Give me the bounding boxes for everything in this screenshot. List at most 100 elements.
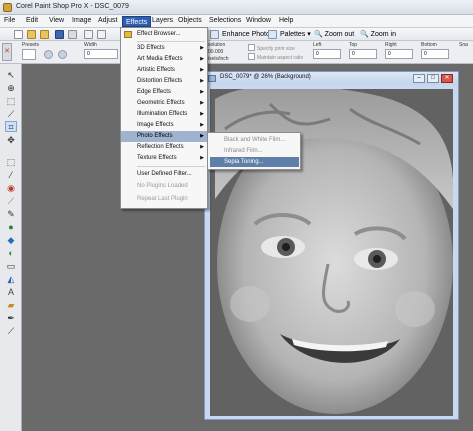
maximize-icon[interactable]: □ xyxy=(427,74,439,83)
app-icon xyxy=(3,3,12,12)
submenu-arrow-icon: ▶ xyxy=(200,89,204,95)
menu-item-art-media-effects[interactable]: Art Media Effects ▶ xyxy=(121,54,207,65)
title-bar: Corel Paint Shop Pro X - DSC_0079 xyxy=(0,0,473,15)
menu-file[interactable]: File xyxy=(4,17,15,24)
red-eye-tool-icon[interactable]: ◉ xyxy=(5,183,17,194)
menu-selections[interactable]: Selections xyxy=(209,17,241,24)
menu-item-photo-effects[interactable]: Photo Effects ▶ xyxy=(121,131,207,142)
palettes-icon[interactable] xyxy=(268,30,277,39)
straighten-tool-icon[interactable]: ⟋ xyxy=(5,109,17,120)
flood-fill-icon[interactable]: ◭ xyxy=(5,274,17,285)
zoom-out-button[interactable]: 🔍 Zoom out xyxy=(314,30,354,38)
menu-item-edge-effects[interactable]: Edge Effects ▶ xyxy=(121,87,207,98)
menu-edit[interactable]: Edit xyxy=(26,17,38,24)
cancel-icon[interactable] xyxy=(58,50,67,59)
menu-item-illumination-effects[interactable]: Illumination Effects ▶ xyxy=(121,109,207,120)
document-title: DSC_0079* @ 26% (Background) xyxy=(220,74,311,80)
right-label: Right xyxy=(385,42,397,48)
right-field[interactable]: 0 xyxy=(385,49,413,59)
new-file-icon[interactable] xyxy=(14,30,23,39)
open-folder-icon[interactable] xyxy=(27,30,36,39)
menu-item-artistic-effects[interactable]: Artistic Effects ▶ xyxy=(121,65,207,76)
menu-item-sepia-toning[interactable]: Sepia Toning... xyxy=(210,157,299,167)
menu-separator xyxy=(137,41,205,42)
width-field[interactable]: 0 xyxy=(84,49,118,59)
minimize-icon[interactable]: – xyxy=(413,74,425,83)
preset-shape-icon[interactable]: ▰ xyxy=(5,300,17,311)
left-field[interactable]: 0 xyxy=(313,49,341,59)
menu-window[interactable]: Window xyxy=(246,17,271,24)
width-label: Width xyxy=(84,42,97,48)
pen-tool-icon[interactable]: ✒ xyxy=(5,313,17,324)
redo-icon[interactable] xyxy=(97,30,106,39)
effect-browser-icon xyxy=(124,31,132,38)
submenu-arrow-icon: ▶ xyxy=(200,155,204,161)
pan-tool-icon[interactable]: ↖ xyxy=(5,70,17,81)
menu-view[interactable]: View xyxy=(49,17,64,24)
menu-bar: File Edit View Image Adjust Effects Laye… xyxy=(0,15,473,28)
menu-item-repeat-last-plugin: Repeat Last Plugin xyxy=(137,196,188,202)
undo-icon[interactable] xyxy=(84,30,93,39)
save-icon[interactable] xyxy=(55,30,64,39)
submenu-arrow-icon: ▶ xyxy=(200,144,204,150)
browse-icon[interactable] xyxy=(40,30,49,39)
menu-item-3d-effects[interactable]: 3D Effects ▶ xyxy=(121,43,207,54)
resolution-unit: ixels/inch xyxy=(208,56,229,62)
menu-item-image-effects[interactable]: Image Effects ▶ xyxy=(121,120,207,131)
menu-objects[interactable]: Objects xyxy=(178,17,202,24)
tools-palette: ↖ ⊕ ⬚ ⟋ ⌗ ✥ ⬚ ⁄ ◉ ⟋ ✎ ● ◆ ◐ ▭ ◭ A ▰ ✒ ⟋ xyxy=(0,64,22,431)
dodge-tool-icon[interactable]: ● xyxy=(5,222,17,233)
close-icon[interactable]: ✕ xyxy=(441,74,453,83)
menu-item-geometric-effects[interactable]: Geometric Effects ▶ xyxy=(121,98,207,109)
eraser-tool-icon[interactable]: ▭ xyxy=(5,261,17,272)
menu-item-distortion-effects[interactable]: Distortion Effects ▶ xyxy=(121,76,207,87)
text-tool-icon[interactable]: A xyxy=(5,287,17,298)
move-tool-icon[interactable]: ✥ xyxy=(5,135,17,146)
resolution-value[interactable]: 00.000 xyxy=(208,49,223,55)
menu-adjust[interactable]: Adjust xyxy=(98,17,117,24)
specify-print-size-checkbox[interactable]: Specify print size xyxy=(248,44,295,52)
apply-icon[interactable] xyxy=(44,50,53,59)
submenu-arrow-icon: ▶ xyxy=(200,133,204,139)
top-label: Top xyxy=(349,42,358,48)
menu-help[interactable]: Help xyxy=(279,17,293,24)
menu-effects[interactable]: Effects xyxy=(122,16,152,27)
menu-item-texture-effects[interactable]: Texture Effects ▶ xyxy=(121,153,207,164)
resolution-label: solution xyxy=(208,42,226,48)
zoom-in-button[interactable]: 🔍 Zoom in xyxy=(360,30,396,38)
zoom-tool-icon[interactable]: ⊕ xyxy=(5,83,17,94)
palettes-button[interactable]: Palettes ▾ xyxy=(280,30,311,38)
submenu-arrow-icon: ▶ xyxy=(200,111,204,117)
menu-item-effect-browser[interactable]: Effect Browser... xyxy=(121,29,207,40)
menu-image[interactable]: Image xyxy=(72,17,91,24)
submenu-arrow-icon: ▶ xyxy=(200,100,204,106)
submenu-arrow-icon: ▶ xyxy=(200,78,204,84)
warp-brush-icon[interactable]: ⟋ xyxy=(5,326,17,337)
lighten-darken-icon[interactable]: ◐ xyxy=(5,248,17,259)
selection-tool-icon[interactable]: ⬚ xyxy=(5,157,17,168)
menu-item-user-defined-filter[interactable]: User Defined Filter... xyxy=(121,169,207,180)
magnifier-icon: 🔍 xyxy=(314,31,323,38)
document-title-bar[interactable]: DSC_0079* @ 26% (Background) – □ ✕ xyxy=(205,72,458,85)
maintain-aspect-checkbox[interactable]: Maintain aspect ratio xyxy=(248,53,303,61)
menu-layers[interactable]: Layers xyxy=(152,17,173,24)
menu-item-reflection-effects[interactable]: Reflection Effects ▶ xyxy=(121,142,207,153)
document-window[interactable]: DSC_0079* @ 26% (Background) – □ ✕ xyxy=(204,71,459,420)
crop-tool-icon[interactable]: ⌗ xyxy=(5,121,17,132)
presets-dropdown[interactable] xyxy=(22,49,36,60)
bottom-field[interactable]: 0 xyxy=(421,49,449,59)
enhance-photo-icon[interactable] xyxy=(210,30,219,39)
menu-separator xyxy=(137,166,205,167)
close-palette-icon[interactable]: ✕ xyxy=(2,43,12,61)
top-field[interactable]: 0 xyxy=(349,49,377,59)
print-icon[interactable] xyxy=(68,30,77,39)
menu-item-infrared-film[interactable]: Infrared Film... xyxy=(210,146,299,156)
menu-item-black-and-white-film[interactable]: Black and White Film... xyxy=(210,135,299,145)
dropper-tool-icon[interactable]: ⁄ xyxy=(5,170,17,181)
presets-label: Presets xyxy=(22,42,39,48)
paint-brush-icon[interactable]: ⟋ xyxy=(5,196,17,207)
smudge-tool-icon[interactable]: ◆ xyxy=(5,235,17,246)
clone-brush-icon[interactable]: ✎ xyxy=(5,209,17,220)
submenu-arrow-icon: ▶ xyxy=(200,67,204,73)
deform-tool-icon[interactable]: ⬚ xyxy=(5,96,17,107)
